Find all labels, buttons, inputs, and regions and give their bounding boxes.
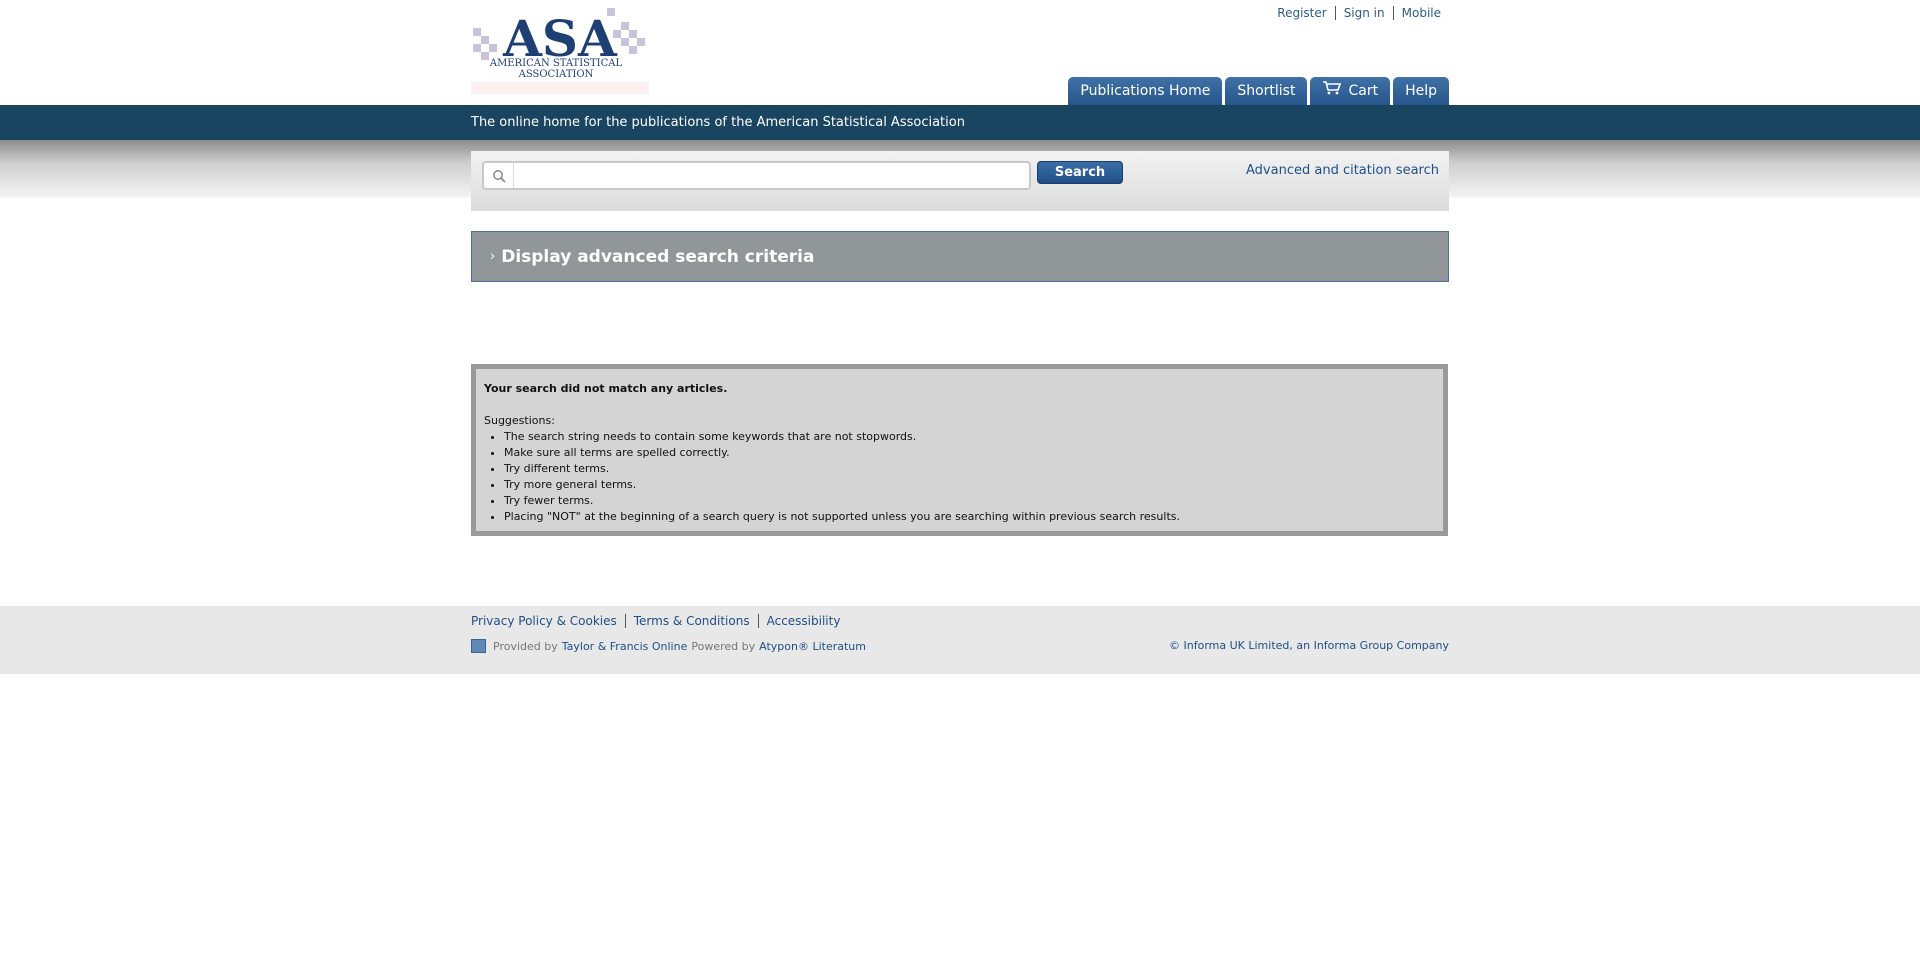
list-item: Placing "NOT" at the beginning of a sear… — [504, 509, 1435, 525]
quick-search-panel: Search Advanced and citation search — [471, 151, 1449, 211]
tab-help[interactable]: Help — [1393, 77, 1449, 105]
tab-publications-home[interactable]: Publications Home — [1068, 77, 1223, 105]
advanced-criteria-toggle[interactable]: › Display advanced search criteria — [471, 231, 1449, 282]
cart-icon — [1322, 77, 1342, 105]
atypon-link[interactable]: Atypon® Literatum — [759, 640, 866, 653]
tab-label: Cart — [1348, 83, 1379, 99]
sign-in-link[interactable]: Sign in — [1334, 6, 1393, 20]
tab-label: Publications Home — [1080, 83, 1211, 99]
logo-ribbon — [471, 82, 649, 94]
copyright-link[interactable]: © Informa UK Limited, an Informa Group C… — [1169, 639, 1449, 652]
powered-by-label: Powered by — [691, 639, 756, 653]
main-nav-tabs: Publications Home Shortlist Cart Help — [1068, 77, 1449, 105]
tab-cart[interactable]: Cart — [1310, 77, 1391, 105]
advanced-citation-search-link[interactable]: Advanced and citation search — [1246, 163, 1439, 178]
search-input[interactable] — [514, 163, 1029, 188]
register-link[interactable]: Register — [1269, 6, 1334, 20]
list-item: Try fewer terms. — [504, 493, 1435, 509]
provided-by-label: Provided by — [493, 639, 558, 653]
suggestions-list: The search string needs to contain some … — [504, 429, 1435, 525]
tab-shortlist[interactable]: Shortlist — [1225, 77, 1308, 105]
list-item: Try different terms. — [504, 461, 1435, 477]
site-tagline: The online home for the publications of … — [471, 115, 965, 130]
search-results-message: Your search did not match any articles. … — [471, 364, 1448, 536]
footer: Privacy Policy & Cookies Terms & Conditi… — [0, 606, 1920, 674]
tab-label: Help — [1405, 83, 1437, 99]
provided-by-line: Provided by Taylor & Francis Online Powe… — [471, 639, 866, 653]
logo-org-line1: AMERICAN STATISTICAL — [489, 58, 623, 69]
search-box — [482, 161, 1031, 190]
logo-org-line2: ASSOCIATION — [518, 69, 594, 80]
list-item: Make sure all terms are spelled correctl… — [504, 445, 1435, 461]
asa-logo-graphic: ASA AMERICAN STATISTICAL ASSOCIATION — [473, 8, 645, 80]
suggestions-label: Suggestions: — [484, 414, 555, 427]
accessibility-link[interactable]: Accessibility — [757, 614, 849, 628]
taylor-francis-icon — [471, 639, 486, 653]
asa-logo[interactable]: ASA AMERICAN STATISTICAL ASSOCIATION — [471, 8, 649, 94]
privacy-policy-link[interactable]: Privacy Policy & Cookies — [471, 614, 625, 628]
footer-links: Privacy Policy & Cookies Terms & Conditi… — [471, 614, 848, 628]
taylor-francis-link[interactable]: Taylor & Francis Online — [562, 640, 688, 653]
search-icon — [484, 163, 514, 188]
list-item: The search string needs to contain some … — [504, 429, 1435, 445]
list-item: Try more general terms. — [504, 477, 1435, 493]
advanced-criteria-label: Display advanced search criteria — [501, 246, 815, 267]
search-button[interactable]: Search — [1037, 161, 1123, 184]
terms-conditions-link[interactable]: Terms & Conditions — [624, 614, 758, 628]
no-results-heading: Your search did not match any articles. — [484, 382, 728, 395]
tagline-bar: The online home for the publications of … — [0, 105, 1920, 140]
tab-label: Shortlist — [1237, 83, 1296, 99]
chevron-right-icon: › — [490, 249, 496, 264]
mobile-link[interactable]: Mobile — [1392, 6, 1449, 20]
account-links: Register Sign in Mobile — [1269, 6, 1449, 20]
